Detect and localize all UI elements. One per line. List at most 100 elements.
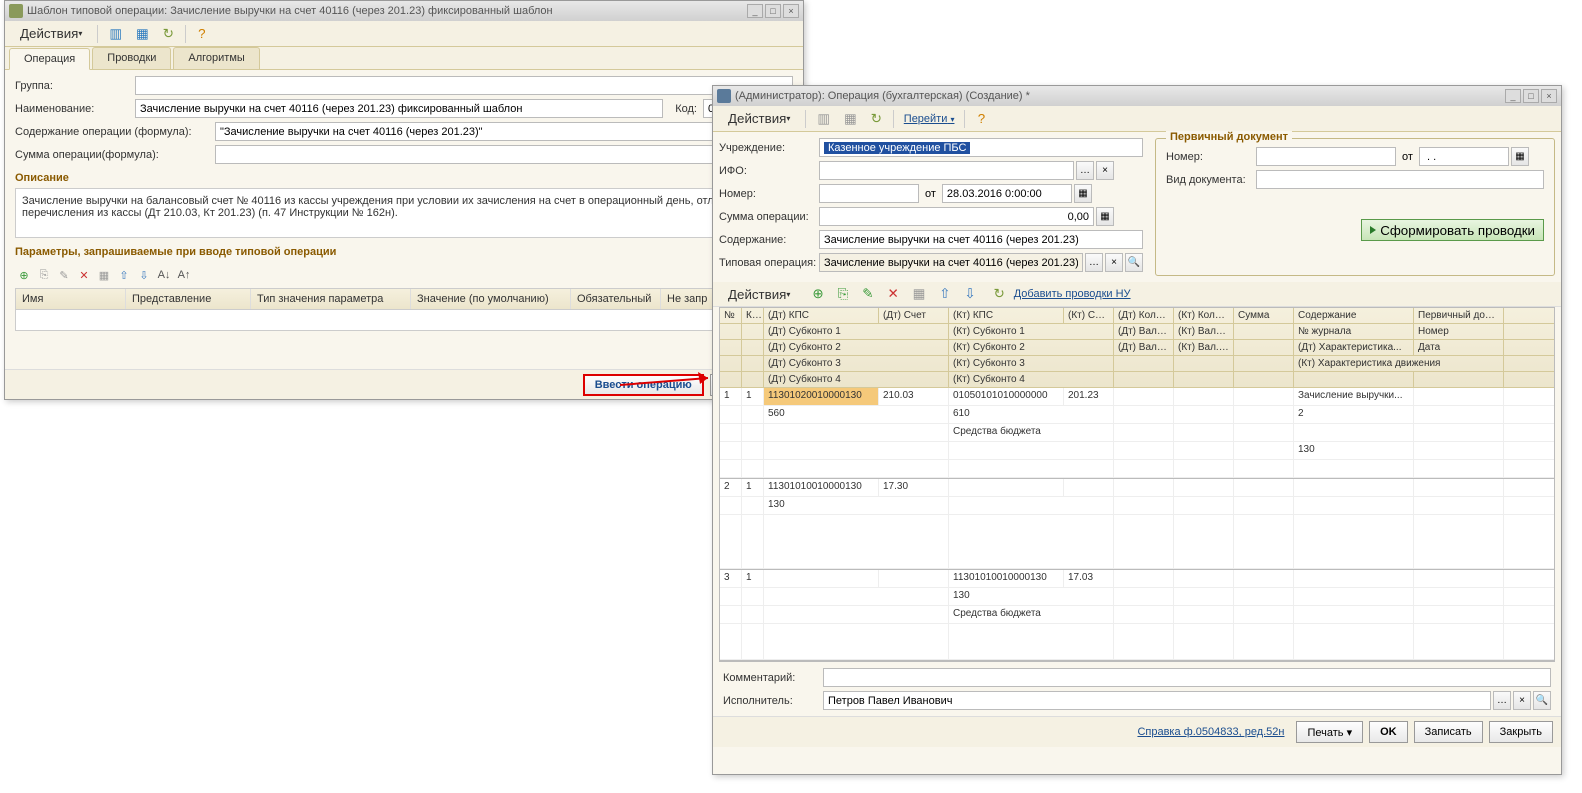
pd-number-label: Номер: — [1166, 151, 1256, 163]
table-row[interactable]: 130 — [720, 588, 1554, 606]
name-input[interactable] — [135, 99, 663, 118]
table-row[interactable] — [720, 515, 1554, 569]
select-icon[interactable]: … — [1076, 161, 1094, 180]
add-nu-link[interactable]: Добавить проводки НУ — [1014, 288, 1131, 300]
pd-type-input[interactable] — [1256, 170, 1544, 189]
table-row[interactable] — [720, 460, 1554, 478]
grid-icon[interactable]: ▦ — [908, 284, 931, 304]
content-input[interactable] — [819, 230, 1143, 249]
save-button[interactable]: Записать — [1414, 721, 1483, 743]
new-icon[interactable]: ▦ — [839, 109, 862, 129]
clear-icon[interactable]: × — [1096, 161, 1114, 180]
tab-postings[interactable]: Проводки — [92, 47, 171, 69]
sort-desc-icon[interactable]: A↑ — [175, 266, 193, 284]
sort-asc-icon[interactable]: A↓ — [155, 266, 173, 284]
save-icon[interactable]: ▥ — [812, 109, 835, 129]
minimize-button[interactable]: _ — [747, 4, 763, 18]
sum-input[interactable] — [819, 207, 1094, 226]
print-button[interactable]: Печать ▾ — [1296, 721, 1363, 743]
clear-icon[interactable]: × — [1105, 253, 1123, 272]
delete-icon[interactable]: ✕ — [882, 284, 903, 304]
select-icon[interactable]: … — [1085, 253, 1103, 272]
up-icon[interactable]: ⇧ — [934, 284, 955, 304]
new-icon[interactable]: ▦ — [131, 24, 154, 44]
tab-algorithms[interactable]: Алгоритмы — [173, 47, 259, 69]
close-button[interactable]: Закрыть — [1489, 721, 1553, 743]
edit-icon[interactable]: ✎ — [857, 284, 878, 304]
calendar-icon[interactable]: ▦ — [1074, 184, 1092, 203]
edit-icon[interactable]: ✎ — [55, 266, 73, 284]
content-label: Содержание: — [719, 234, 819, 246]
typeop-input[interactable] — [819, 253, 1083, 272]
close-button[interactable]: × — [1541, 89, 1557, 103]
table-row[interactable]: 130 — [720, 442, 1554, 460]
maximize-button[interactable]: □ — [765, 4, 781, 18]
executor-input[interactable] — [823, 691, 1491, 710]
down-icon[interactable]: ⇩ — [135, 266, 153, 284]
group-input[interactable] — [135, 76, 793, 95]
comment-input[interactable] — [823, 668, 1551, 687]
pd-type-label: Вид документа: — [1166, 174, 1256, 186]
params-title: Параметры, запрашиваемые при вводе типов… — [15, 242, 793, 262]
form-postings-button[interactable]: Сформировать проводки — [1361, 219, 1544, 241]
add-icon[interactable]: ⊕ — [15, 266, 33, 284]
refresh-icon[interactable]: ↻ — [866, 109, 887, 129]
table-row[interactable]: 2 1 11301010010000130 17.30 — [720, 479, 1554, 497]
ref-link[interactable]: Справка ф.0504833, ред.52н — [1137, 726, 1284, 738]
copy-icon[interactable]: ⎘ — [35, 266, 53, 284]
pd-date-input[interactable] — [1419, 147, 1509, 166]
col-ktkps: (Кт) КПС — [949, 308, 1064, 323]
search-icon[interactable]: 🔍 — [1125, 253, 1143, 272]
table-row[interactable]: 560 610 2 — [720, 406, 1554, 424]
tab-operation[interactable]: Операция — [9, 48, 90, 70]
table-row[interactable]: 1 1 11301020010000130 210.03 01050101010… — [720, 388, 1554, 406]
help-icon[interactable]: ? — [971, 109, 991, 129]
minimize-button[interactable]: _ — [1505, 89, 1521, 103]
col-dtsch: (Дт) Счет — [879, 308, 949, 323]
institution-input[interactable]: Казенное учреждение ПБС — [819, 138, 1143, 157]
grid-actions-dropdown[interactable]: Действия ▾ — [719, 284, 799, 304]
ifo-input[interactable] — [819, 161, 1074, 180]
w1-titlebar[interactable]: Шаблон типовой операции: Зачисление выру… — [5, 1, 803, 21]
help-icon[interactable]: ? — [192, 24, 212, 44]
copy-icon[interactable]: ⎘ — [833, 284, 854, 304]
desc-box[interactable]: Зачисление выручки на балансовый счет № … — [15, 188, 793, 238]
select-icon[interactable]: … — [1493, 691, 1511, 710]
down-icon[interactable]: ⇩ — [959, 284, 980, 304]
params-grid[interactable]: Имя Представление Тип значения параметра… — [15, 288, 793, 331]
refresh-icon[interactable]: ↻ — [989, 284, 1010, 304]
date-input[interactable] — [942, 184, 1072, 203]
search-icon[interactable]: 🔍 — [1533, 691, 1551, 710]
refresh-icon[interactable]: ↻ — [158, 24, 179, 44]
calc-icon[interactable]: ▦ — [1096, 207, 1114, 226]
postings-grid[interactable]: № К... (Дт) КПС (Дт) Счет (Кт) КПС (Кт) … — [719, 307, 1555, 662]
goto-link[interactable]: Перейти ▾ — [900, 113, 959, 125]
table-row[interactable] — [720, 624, 1554, 660]
group-label: Группа: — [15, 80, 135, 92]
content-input[interactable] — [215, 122, 793, 141]
grid-icon[interactable]: ▦ — [95, 266, 113, 284]
table-row[interactable]: Средства бюджета — [720, 606, 1554, 624]
ok-button[interactable]: OK — [1369, 721, 1408, 743]
w1-title: Шаблон типовой операции: Зачисление выру… — [27, 5, 747, 17]
clear-icon[interactable]: × — [1513, 691, 1531, 710]
w2-titlebar[interactable]: (Администратор): Операция (бухгалтерская… — [713, 86, 1561, 106]
table-row[interactable]: Средства бюджета — [720, 424, 1554, 442]
pd-number-input[interactable] — [1256, 147, 1396, 166]
sum-input[interactable] — [215, 145, 793, 164]
desc-title: Описание — [15, 168, 793, 188]
table-row[interactable]: 130 — [720, 497, 1554, 515]
actions-dropdown[interactable]: Действия ▾ — [719, 109, 799, 129]
number-input[interactable] — [819, 184, 919, 203]
close-button[interactable]: × — [783, 4, 799, 18]
maximize-button[interactable]: □ — [1523, 89, 1539, 103]
add-icon[interactable]: ⊕ — [807, 284, 828, 304]
up-icon[interactable]: ⇧ — [115, 266, 133, 284]
enter-operation-button[interactable]: Ввести операцию — [583, 374, 704, 396]
play-icon — [1370, 226, 1376, 234]
save-icon[interactable]: ▥ — [104, 24, 127, 44]
actions-dropdown[interactable]: Действия ▾ — [11, 24, 91, 44]
calendar-icon[interactable]: ▦ — [1511, 147, 1529, 166]
table-row[interactable]: 3 1 11301010010000130 17.03 — [720, 570, 1554, 588]
delete-icon[interactable]: ✕ — [75, 266, 93, 284]
